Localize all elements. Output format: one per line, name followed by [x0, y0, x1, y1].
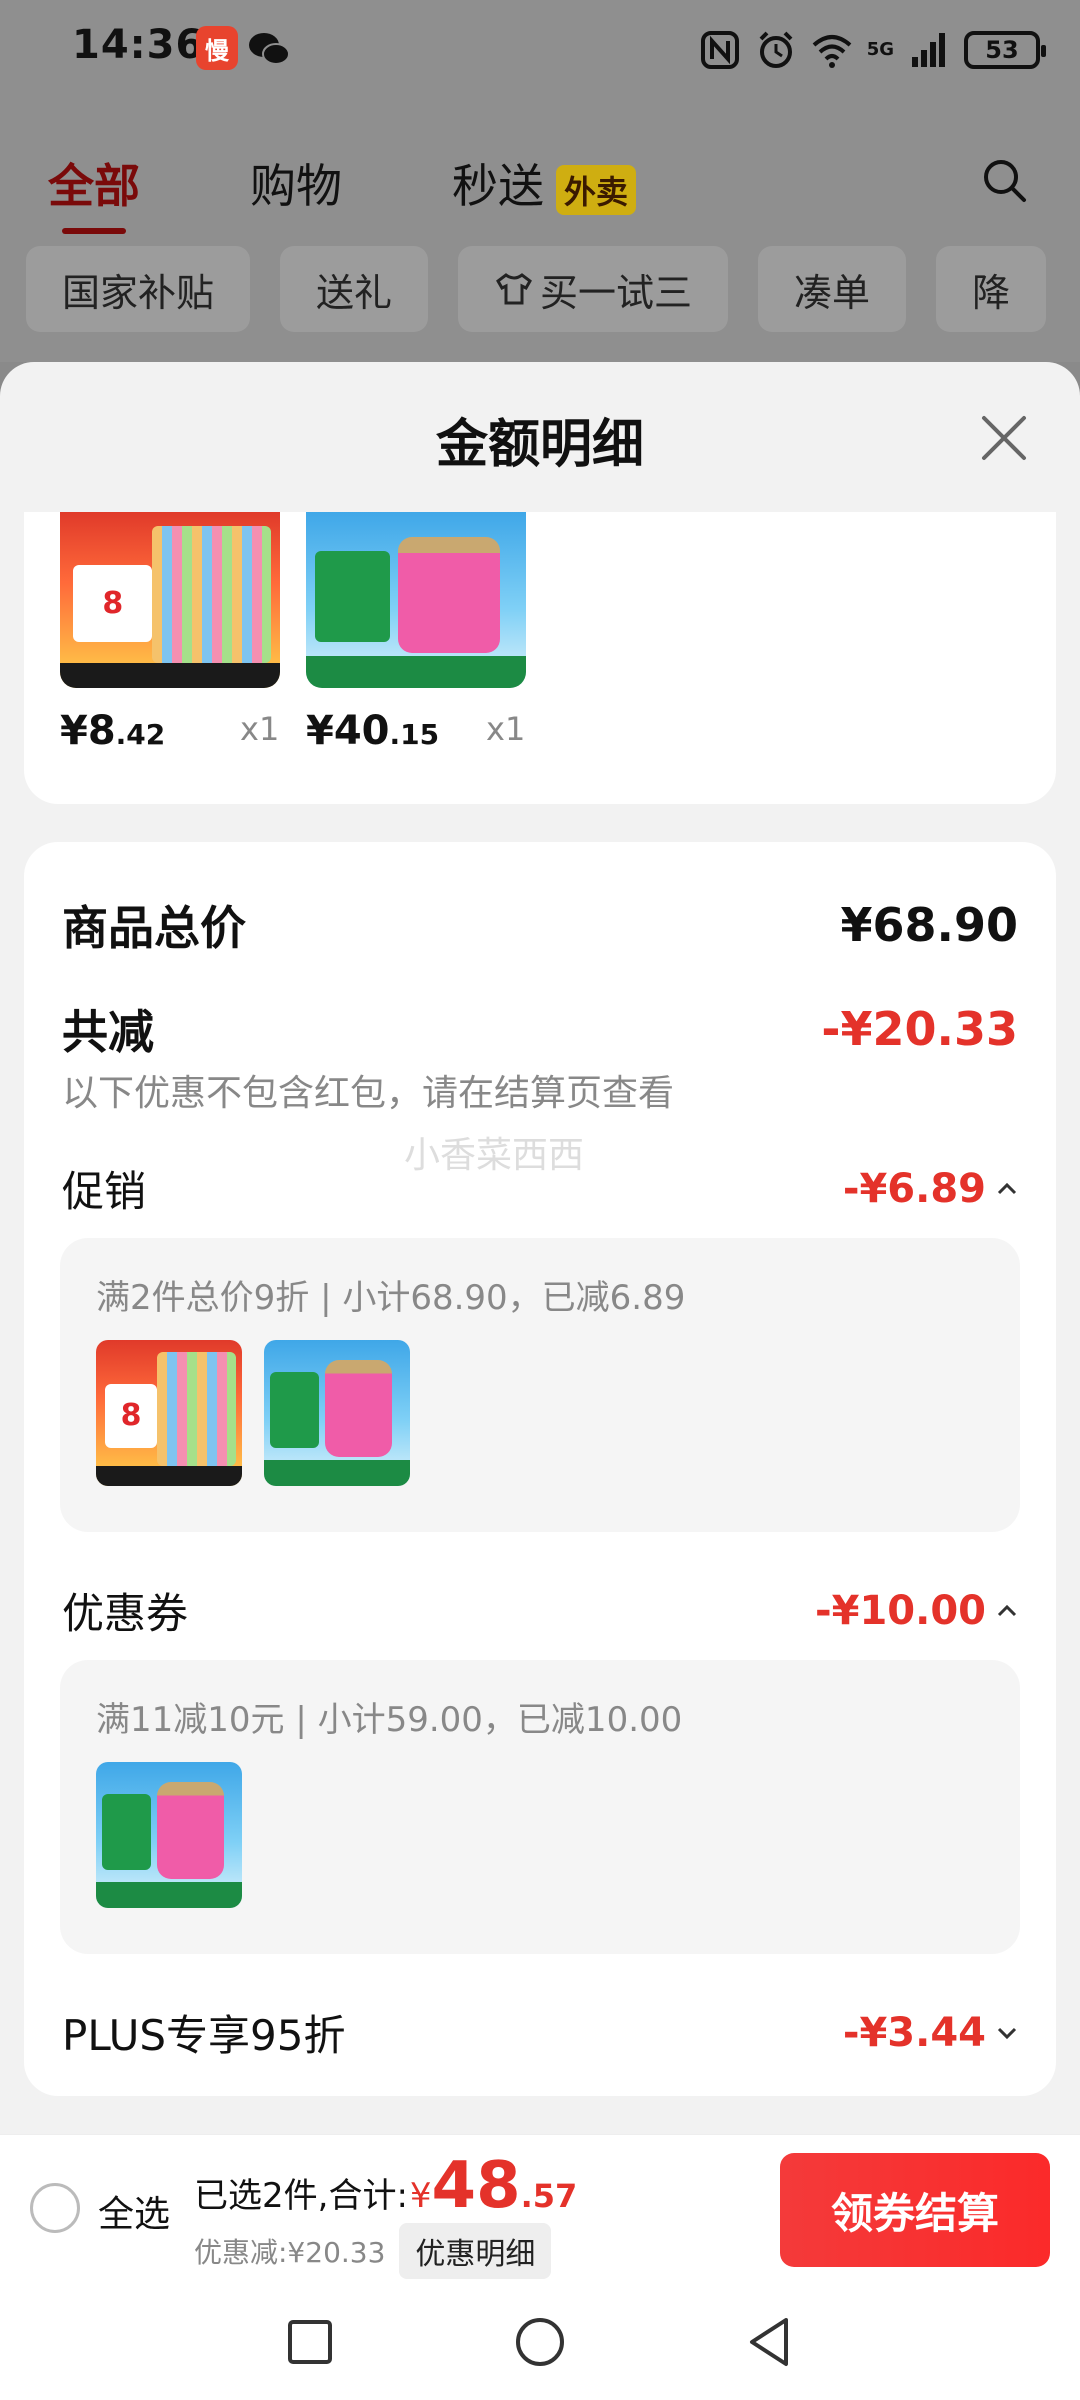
product-price: ¥40.15	[306, 708, 440, 754]
tab-shopping-label: 购物	[250, 159, 342, 213]
checkout-bar: 全选 已选2件,合计: ¥ 48 .57 优惠减:¥20.33 优惠明细 领券结…	[0, 2134, 1080, 2284]
promo-value: -¥6.89	[842, 1165, 986, 1212]
chip-label: 国家补贴	[62, 270, 215, 315]
status-time: 14:36	[72, 22, 205, 68]
total-decimal: .57	[520, 2177, 578, 2215]
amount-detail-sheet: 金额明细 8 ¥8.42 x1 ¥40.15 x1 商品总价 ¥68.90 共减…	[0, 362, 1080, 2134]
takeout-badge: 外卖	[556, 164, 637, 215]
total-currency: ¥	[409, 2176, 432, 2216]
nfc-icon	[700, 31, 739, 69]
chip-label: 凑单	[794, 270, 871, 315]
alarm-icon	[759, 31, 793, 68]
status-bar: 14:36 慢 5G 53	[0, 0, 1080, 100]
coupon-amount: -¥10.00	[815, 1588, 1018, 1634]
promo-amount: -¥6.89	[843, 1166, 1018, 1212]
coupon-row[interactable]: 优惠券 -¥10.00	[62, 1580, 1018, 1641]
chevron-up-icon[interactable]	[996, 1182, 1018, 1196]
filter-chips: 国家补贴 送礼 买一试三 凑单 降	[26, 246, 1047, 332]
total-value: ¥68.90	[840, 898, 1018, 952]
signal-icon	[912, 33, 945, 67]
product-item[interactable]: ¥40.15 x1	[306, 512, 526, 754]
tab-all[interactable]: 全部	[48, 150, 140, 234]
select-all-label[interactable]: 全选	[98, 2185, 170, 2237]
reduction-note: 以下优惠不包含红包，请在结算页查看	[62, 1073, 675, 1114]
tab-all-label: 全部	[48, 159, 140, 213]
cart-header: 全部 购物 秒送 外卖 国家补贴 送礼 买一试三 凑单 降	[0, 100, 1080, 362]
product-image: 8	[60, 512, 280, 688]
app-notification-icon: 慢	[196, 26, 238, 70]
battery-indicator: 53	[964, 31, 1046, 69]
plus-value: -¥3.44	[842, 2009, 986, 2056]
product-image	[306, 512, 526, 688]
recent-apps-icon[interactable]	[282, 2314, 338, 2370]
plus-discount-row[interactable]: PLUS专享95折 -¥3.44	[62, 2002, 1018, 2063]
promo-label: 促销	[62, 1167, 147, 1216]
plus-amount: -¥3.44	[843, 2010, 1018, 2056]
status-icons: 5G 53	[699, 24, 1046, 76]
chip-price-drop[interactable]: 降	[936, 246, 1047, 332]
home-icon[interactable]	[512, 2314, 568, 2370]
product-qty: x1	[486, 710, 526, 748]
chevron-down-icon[interactable]	[996, 2026, 1018, 2040]
search-icon[interactable]	[980, 156, 1028, 204]
promo-product-thumb	[264, 1340, 410, 1486]
sheet-title: 金额明细	[435, 415, 644, 475]
chip-gift[interactable]: 送礼	[280, 246, 429, 332]
promo-detail-box: 满2件总价9折 | 小计68.90，已减6.89 8	[60, 1238, 1020, 1532]
back-icon[interactable]	[742, 2314, 798, 2370]
total-summary: 已选2件,合计: ¥ 48 .57	[194, 2149, 577, 2223]
select-all-checkbox[interactable]	[30, 2183, 80, 2233]
tshirt-icon	[496, 273, 532, 305]
chip-national-subsidy[interactable]: 国家补贴	[26, 246, 251, 332]
checkout-button[interactable]: 领券结算	[780, 2153, 1050, 2267]
chip-label: 降	[972, 270, 1011, 315]
coupon-detail-box: 满11减10元 | 小计59.00，已减10.00	[60, 1660, 1020, 1954]
coupon-value: -¥10.00	[815, 1587, 986, 1634]
network-type: 5G	[866, 39, 894, 60]
coupon-detail-text: 满11减10元 | 小计59.00，已减10.00	[96, 1700, 683, 1740]
tab-shopping[interactable]: 购物	[250, 150, 342, 216]
chip-add-on[interactable]: 凑单	[758, 246, 907, 332]
selected-count-text: 已选2件,合计:	[194, 2176, 408, 2216]
price-summary-card: 商品总价 ¥68.90 共减 -¥20.33 以下优惠不包含红包，请在结算页查看…	[24, 842, 1056, 2096]
reduction-row: 共减 -¥20.33	[62, 996, 1018, 1062]
product-price: ¥8.42	[60, 708, 166, 754]
tab-instant-delivery[interactable]: 秒送 外卖	[452, 150, 637, 216]
close-icon[interactable]	[978, 412, 1030, 464]
discount-detail-button[interactable]: 优惠明细	[399, 2223, 552, 2279]
coupon-label: 优惠券	[62, 1589, 189, 1638]
wechat-icon	[249, 33, 290, 65]
reduction-label: 共减	[62, 1005, 154, 1059]
promo-product-thumb: 8	[96, 1340, 242, 1486]
chip-label: 买一试三	[540, 270, 693, 315]
top-tabs: 全部 购物 秒送 外卖	[48, 150, 637, 234]
wifi-icon	[812, 35, 852, 68]
chip-buy-one-try-three[interactable]: 买一试三	[458, 246, 729, 332]
discount-text: 优惠减:¥20.33	[194, 2236, 386, 2269]
total-label: 商品总价	[62, 901, 246, 955]
product-list-card: 8 ¥8.42 x1 ¥40.15 x1	[24, 512, 1056, 804]
coupon-product-thumb	[96, 1762, 242, 1908]
tab-instant-delivery-label: 秒送	[452, 159, 544, 213]
product-qty: x1	[240, 710, 280, 748]
chip-label: 送礼	[316, 270, 393, 315]
total-integer: 48	[431, 2149, 521, 2223]
discount-summary: 优惠减:¥20.33 优惠明细	[194, 2223, 552, 2279]
total-row: 商品总价 ¥68.90	[62, 892, 1018, 958]
promo-row[interactable]: 促销 -¥6.89	[62, 1158, 1018, 1219]
reduction-value: -¥20.33	[821, 1002, 1018, 1056]
plus-label: PLUS专享95折	[62, 2011, 346, 2060]
chevron-up-icon[interactable]	[996, 1604, 1018, 1618]
product-item[interactable]: 8 ¥8.42 x1	[60, 512, 280, 754]
promo-detail-text: 满2件总价9折 | 小计68.90，已减6.89	[96, 1278, 686, 1318]
system-nav-bar	[0, 2284, 1080, 2400]
